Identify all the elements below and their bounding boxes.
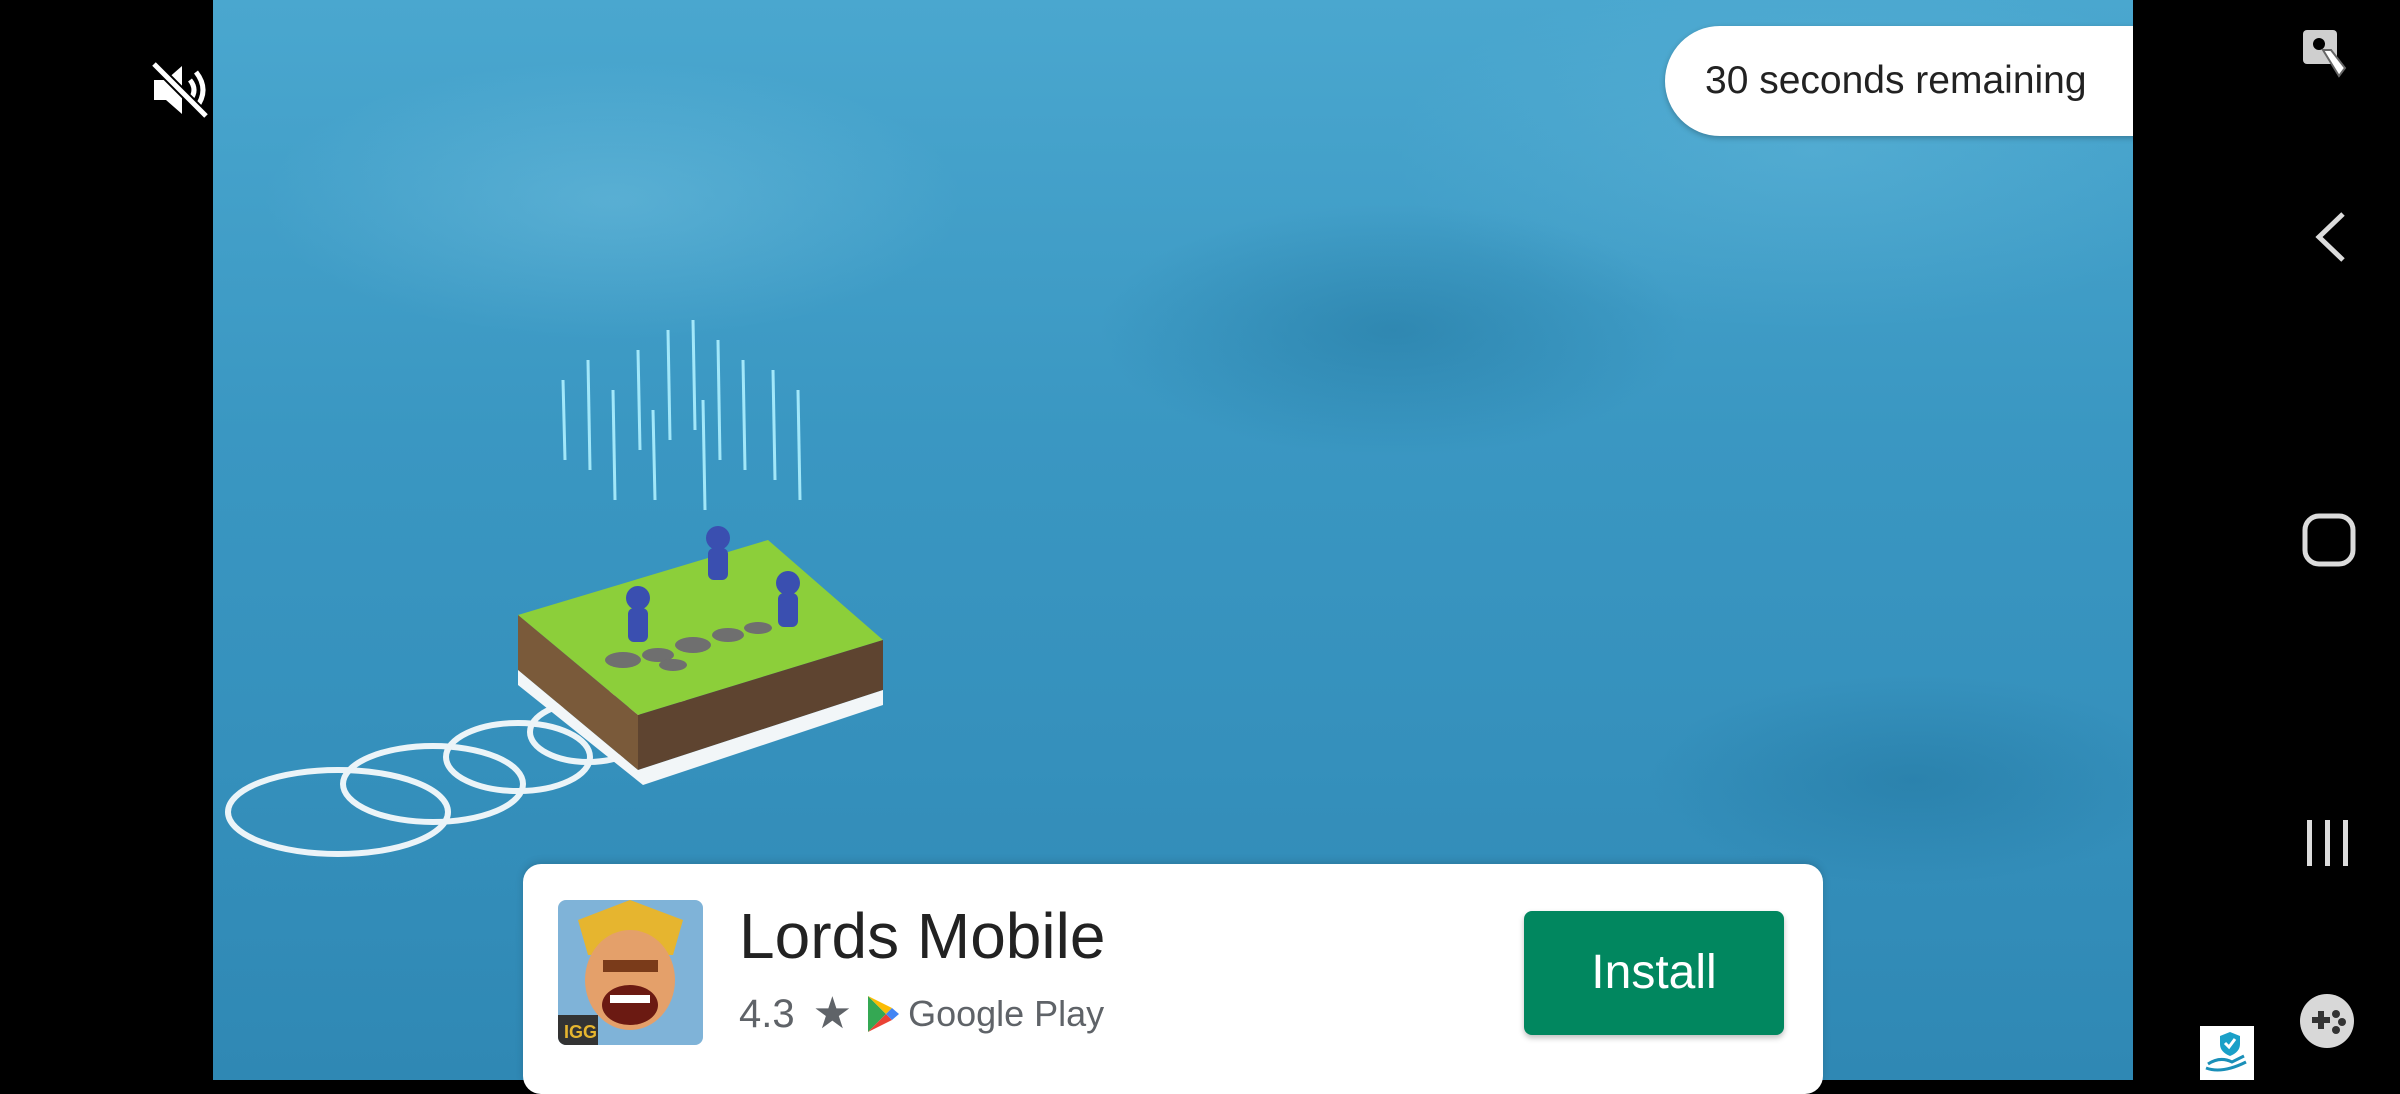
back-icon[interactable] — [2313, 210, 2349, 264]
ad-protection-icon[interactable] — [2200, 1026, 2254, 1080]
lords-mobile-app-icon[interactable]: IGG — [558, 900, 703, 1045]
app-name: Lords Mobile — [739, 900, 1106, 972]
countdown-text: 30 seconds remaining — [1705, 59, 2087, 102]
rating-value: 4.3 — [739, 991, 795, 1036]
recents-icon[interactable] — [2303, 818, 2353, 868]
rating-row: 4.3 ★ Google Play — [739, 989, 1104, 1039]
mute-button[interactable] — [148, 58, 212, 122]
app-install-card[interactable]: IGG Lords Mobile 4.3 ★ Google Play Insta… — [523, 864, 1823, 1094]
volume-off-icon — [150, 60, 210, 120]
home-icon[interactable] — [2301, 512, 2357, 568]
screen-record-icon[interactable] — [2301, 28, 2349, 80]
navigation-bar — [2133, 0, 2400, 1080]
google-play-icon — [868, 996, 900, 1032]
star-icon: ★ — [812, 989, 853, 1038]
svg-text:IGG: IGG — [564, 1022, 597, 1042]
store-name: Google Play — [908, 993, 1105, 1034]
install-button[interactable]: Install — [1524, 911, 1784, 1035]
game-launcher-icon[interactable] — [2298, 992, 2356, 1050]
